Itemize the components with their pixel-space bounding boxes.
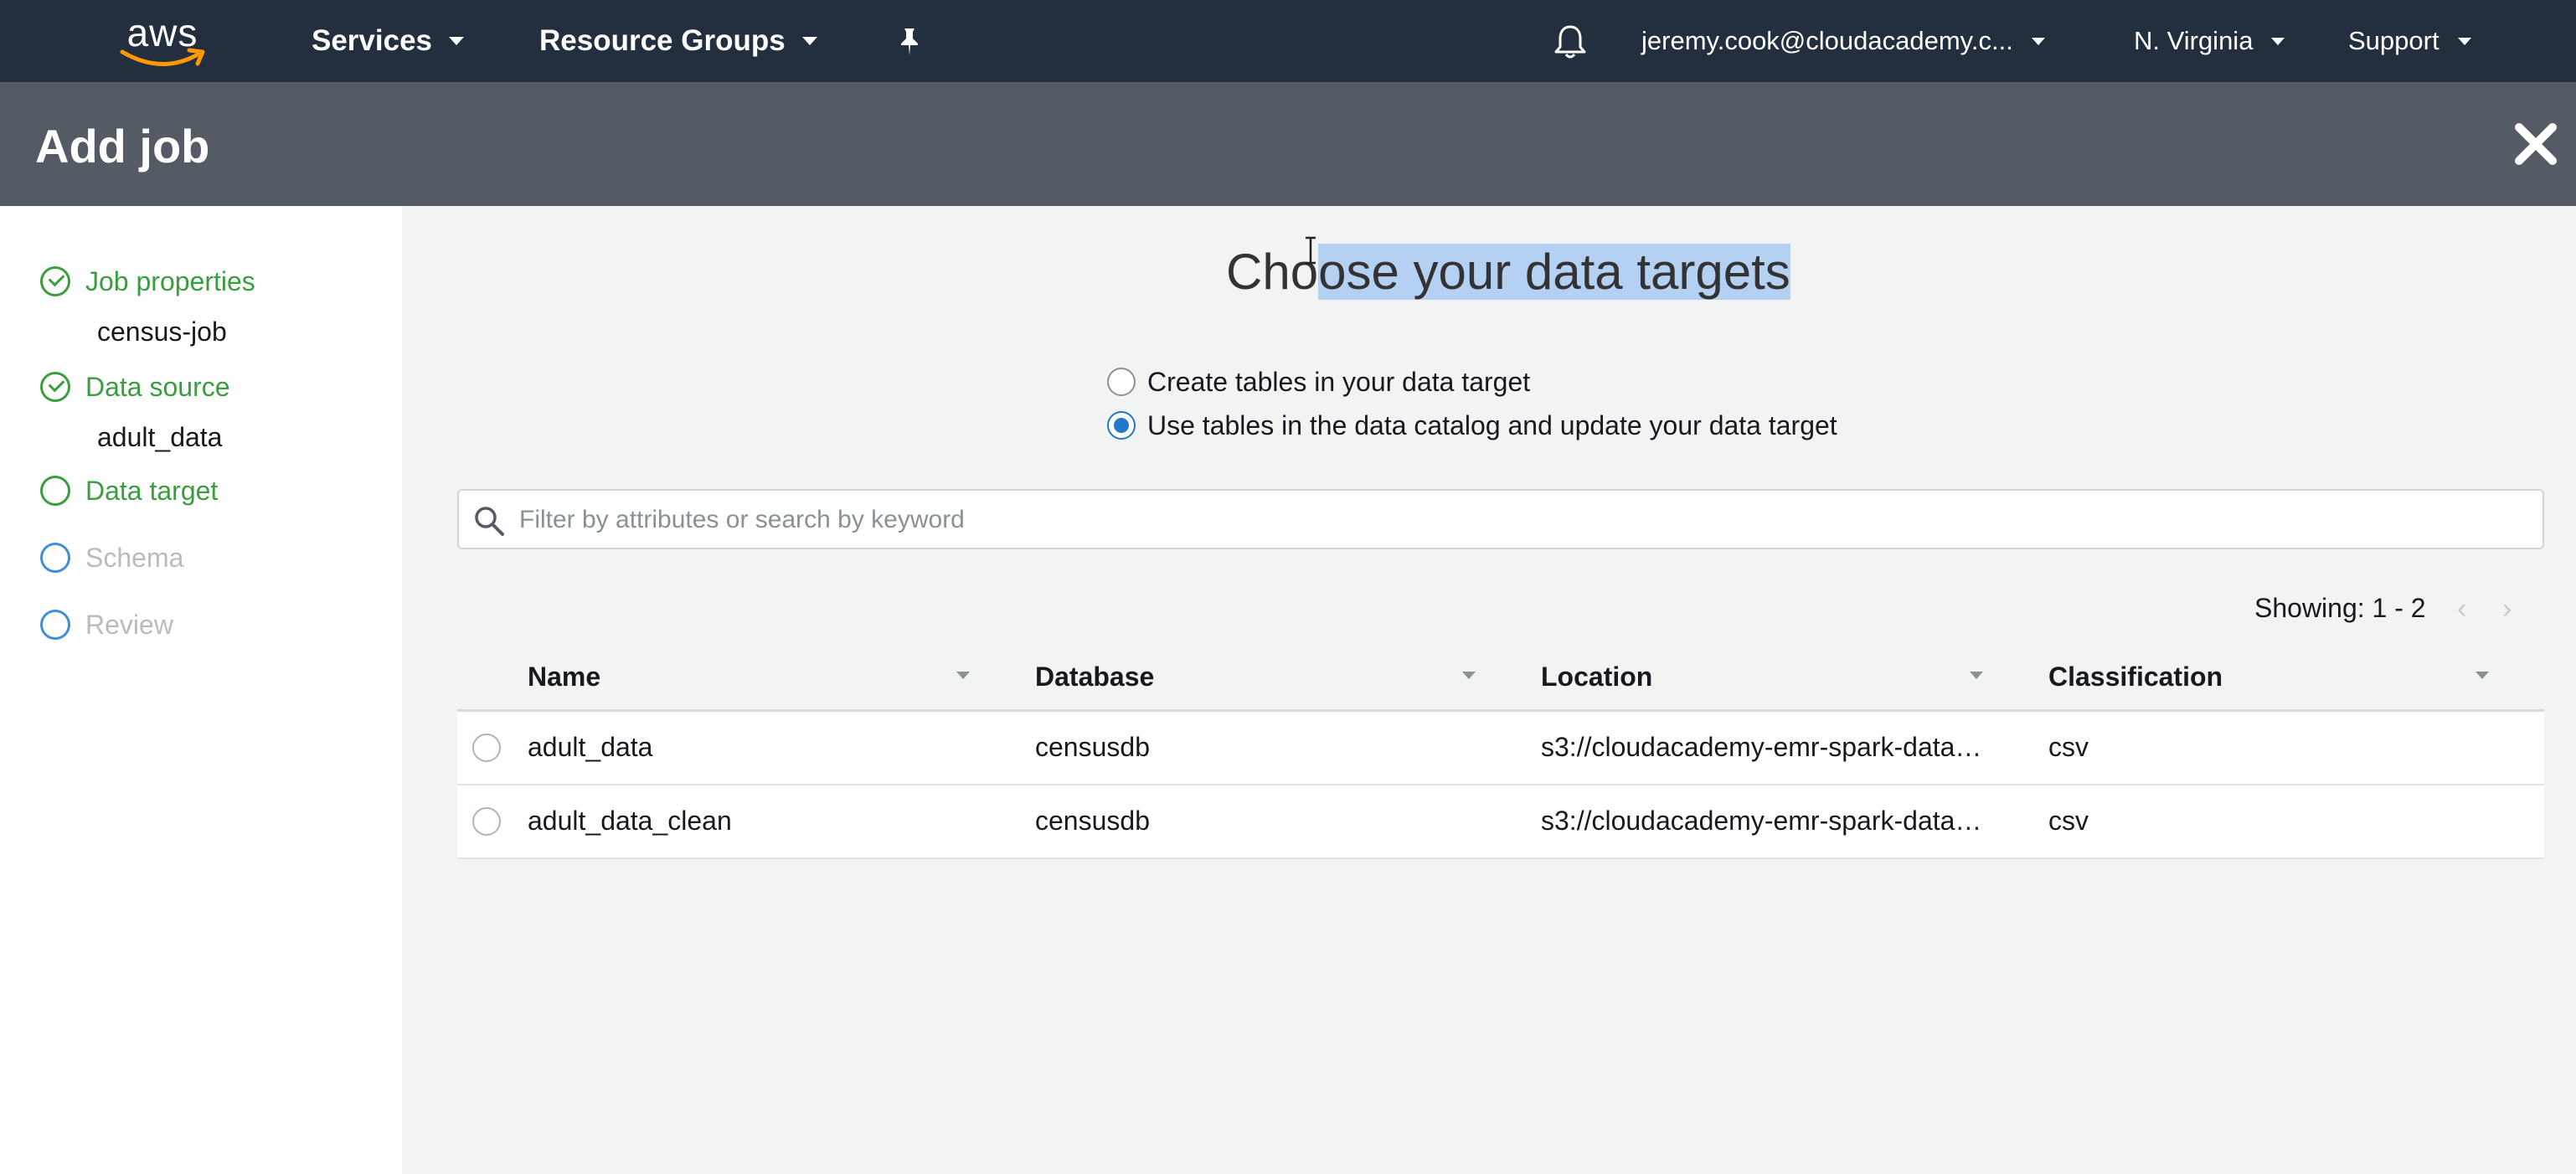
step-review: Review bbox=[40, 606, 173, 643]
column-header-location[interactable]: Location bbox=[1541, 662, 1652, 693]
pin-icon[interactable] bbox=[894, 27, 925, 57]
step-data-target[interactable]: Data target bbox=[40, 472, 218, 509]
step-label: Review bbox=[85, 609, 173, 640]
table-row[interactable]: adult_data censusdb s3://cloudacademy-em… bbox=[457, 712, 2544, 785]
caret-down-icon bbox=[449, 37, 465, 45]
top-navigation-bar: aws Services Resource Groups jeremy.cook… bbox=[0, 0, 2576, 82]
search-icon bbox=[475, 507, 504, 536]
step-job-properties[interactable]: Job properties bbox=[40, 263, 255, 300]
cell-database: censusdb bbox=[1035, 732, 1150, 762]
resource-groups-menu[interactable]: Resource Groups bbox=[539, 0, 817, 82]
region-menu[interactable]: N. Virginia bbox=[2134, 0, 2285, 82]
cell-name: adult_data bbox=[528, 732, 653, 762]
column-header-database[interactable]: Database bbox=[1035, 662, 1154, 693]
step-schema: Schema bbox=[40, 539, 183, 576]
empty-circle-icon bbox=[40, 543, 70, 573]
chevron-left-icon[interactable]: ‹ bbox=[2457, 595, 2474, 623]
support-label: Support bbox=[2348, 26, 2439, 55]
empty-circle-icon bbox=[40, 476, 70, 506]
cell-location: s3://cloudacademy-emr-spark-data… bbox=[1541, 806, 1982, 836]
cell-name: adult_data_clean bbox=[528, 806, 732, 836]
caret-down-icon bbox=[2457, 37, 2471, 45]
caret-down-icon bbox=[2031, 37, 2045, 45]
row-radio-button[interactable] bbox=[472, 807, 501, 836]
sort-caret-icon[interactable] bbox=[1970, 672, 1983, 679]
services-menu[interactable]: Services bbox=[312, 0, 465, 82]
aws-smile-icon bbox=[120, 48, 205, 66]
resource-groups-label: Resource Groups bbox=[539, 24, 786, 57]
row-radio-button[interactable] bbox=[472, 734, 501, 762]
pagination-count: Showing: 1 - 2 bbox=[2254, 593, 2426, 623]
sort-caret-icon[interactable] bbox=[956, 672, 970, 679]
filter-search-box[interactable] bbox=[457, 489, 2544, 549]
wizard-steps-sidebar bbox=[0, 206, 402, 1174]
region-label: N. Virginia bbox=[2134, 26, 2254, 55]
account-menu[interactable]: jeremy.cook@cloudacademy.c... bbox=[1641, 0, 2045, 82]
modal-title: Add job bbox=[35, 120, 210, 172]
sort-caret-icon[interactable] bbox=[2476, 672, 2489, 679]
column-header-classification[interactable]: Classification bbox=[2048, 662, 2223, 693]
table-row[interactable]: adult_data_clean censusdb s3://cloudacad… bbox=[457, 785, 2544, 859]
option-create-tables[interactable]: Create tables in your data target bbox=[1107, 365, 1530, 399]
step-label: Data source bbox=[85, 371, 230, 402]
column-header-name[interactable]: Name bbox=[528, 662, 600, 693]
account-label: jeremy.cook@cloudacademy.c... bbox=[1641, 26, 2013, 55]
text-cursor-icon bbox=[1306, 236, 1316, 265]
chevron-right-icon[interactable]: › bbox=[2502, 595, 2519, 623]
radio-button[interactable] bbox=[1107, 368, 1136, 396]
search-input[interactable] bbox=[518, 499, 2531, 541]
step-value-data-source: adult_data bbox=[97, 422, 223, 452]
bell-icon[interactable] bbox=[1553, 23, 1588, 60]
cell-classification: csv bbox=[2048, 806, 2089, 836]
cell-location: s3://cloudacademy-emr-spark-data… bbox=[1541, 732, 1982, 762]
heading-selected-text: ose your data targets bbox=[1318, 244, 1790, 300]
table-header: Name Database Location Classification bbox=[457, 640, 2544, 712]
services-label: Services bbox=[312, 24, 433, 57]
empty-circle-icon bbox=[40, 610, 70, 640]
option-use-catalog-tables[interactable]: Use tables in the data catalog and updat… bbox=[1107, 409, 1837, 442]
step-label: Data target bbox=[85, 475, 219, 506]
cell-classification: csv bbox=[2048, 732, 2089, 762]
modal-header: Add job bbox=[0, 82, 2576, 206]
option-label: Create tables in your data target bbox=[1147, 366, 1531, 397]
support-menu[interactable]: Support bbox=[2348, 0, 2471, 82]
cell-database: censusdb bbox=[1035, 806, 1150, 836]
radio-button-selected[interactable] bbox=[1107, 411, 1136, 440]
step-label: Job properties bbox=[85, 265, 255, 296]
caret-down-icon bbox=[801, 37, 817, 45]
step-data-source[interactable]: Data source bbox=[40, 368, 230, 405]
close-icon[interactable] bbox=[2512, 121, 2559, 167]
aws-logo[interactable]: aws bbox=[114, 10, 211, 74]
step-label: Schema bbox=[85, 542, 184, 573]
sort-caret-icon[interactable] bbox=[1462, 672, 1476, 679]
check-circle-icon bbox=[40, 266, 70, 296]
check-circle-icon bbox=[40, 372, 70, 402]
caret-down-icon bbox=[2271, 37, 2285, 45]
step-value-job-name: census-job bbox=[97, 317, 227, 347]
option-label: Use tables in the data catalog and updat… bbox=[1147, 409, 1837, 440]
